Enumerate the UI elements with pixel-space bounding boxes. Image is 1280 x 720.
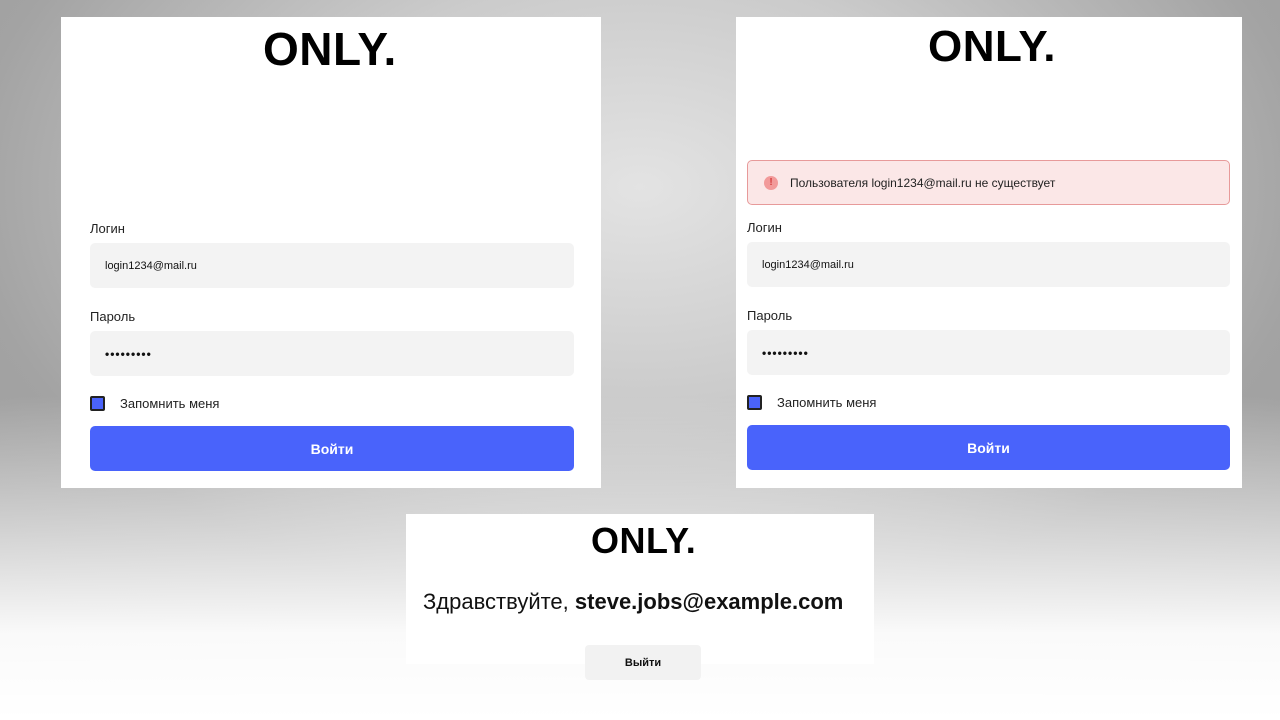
user-email: steve.jobs@example.com <box>574 589 844 614</box>
login-input-value: login1234@mail.ru <box>105 259 197 272</box>
greeting-text: Здравствуйте, steve.jobs@example.com <box>423 589 843 615</box>
login-input[interactable]: login1234@mail.ru <box>747 242 1230 287</box>
error-message: Пользователя login1234@mail.ru не сущест… <box>790 175 1056 190</box>
remember-me-label: Запомнить меня <box>777 395 877 410</box>
login-submit-button[interactable]: Войти <box>747 425 1230 470</box>
remember-me-row[interactable]: Запомнить меня <box>747 395 876 410</box>
password-label: Пароль <box>747 308 793 323</box>
login-input-value: login1234@mail.ru <box>762 258 854 271</box>
exclamation-circle-icon: ! <box>764 175 778 190</box>
password-input-value: ••••••••• <box>105 346 152 361</box>
login-label: Логин <box>747 220 782 235</box>
remember-me-checkbox[interactable] <box>747 395 762 410</box>
password-input[interactable]: ••••••••• <box>90 331 574 376</box>
welcome-panel: ONLY. Здравствуйте, steve.jobs@example.c… <box>406 514 874 680</box>
login-form-panel: ONLY. Логин login1234@mail.ru Пароль •••… <box>61 17 601 488</box>
login-label: Логин <box>90 221 125 236</box>
brand-logo: ONLY. <box>928 22 1057 71</box>
password-input-value: ••••••••• <box>762 345 809 360</box>
brand-logo: ONLY. <box>263 23 397 75</box>
logout-button[interactable]: Выйти <box>585 645 701 680</box>
error-alert: ! Пользователя login1234@mail.ru не суще… <box>747 160 1230 205</box>
greeting-prefix: Здравствуйте, <box>423 589 575 614</box>
login-submit-button[interactable]: Войти <box>90 426 574 471</box>
password-input[interactable]: ••••••••• <box>747 330 1230 375</box>
login-input[interactable]: login1234@mail.ru <box>90 243 574 288</box>
password-label: Пароль <box>90 309 136 324</box>
remember-me-row[interactable]: Запомнить меня <box>90 396 219 411</box>
login-error-panel: ONLY. ! Пользователя login1234@mail.ru н… <box>736 17 1242 488</box>
remember-me-checkbox[interactable] <box>90 396 105 411</box>
brand-logo: ONLY. <box>591 520 697 561</box>
remember-me-label: Запомнить меня <box>120 396 220 411</box>
